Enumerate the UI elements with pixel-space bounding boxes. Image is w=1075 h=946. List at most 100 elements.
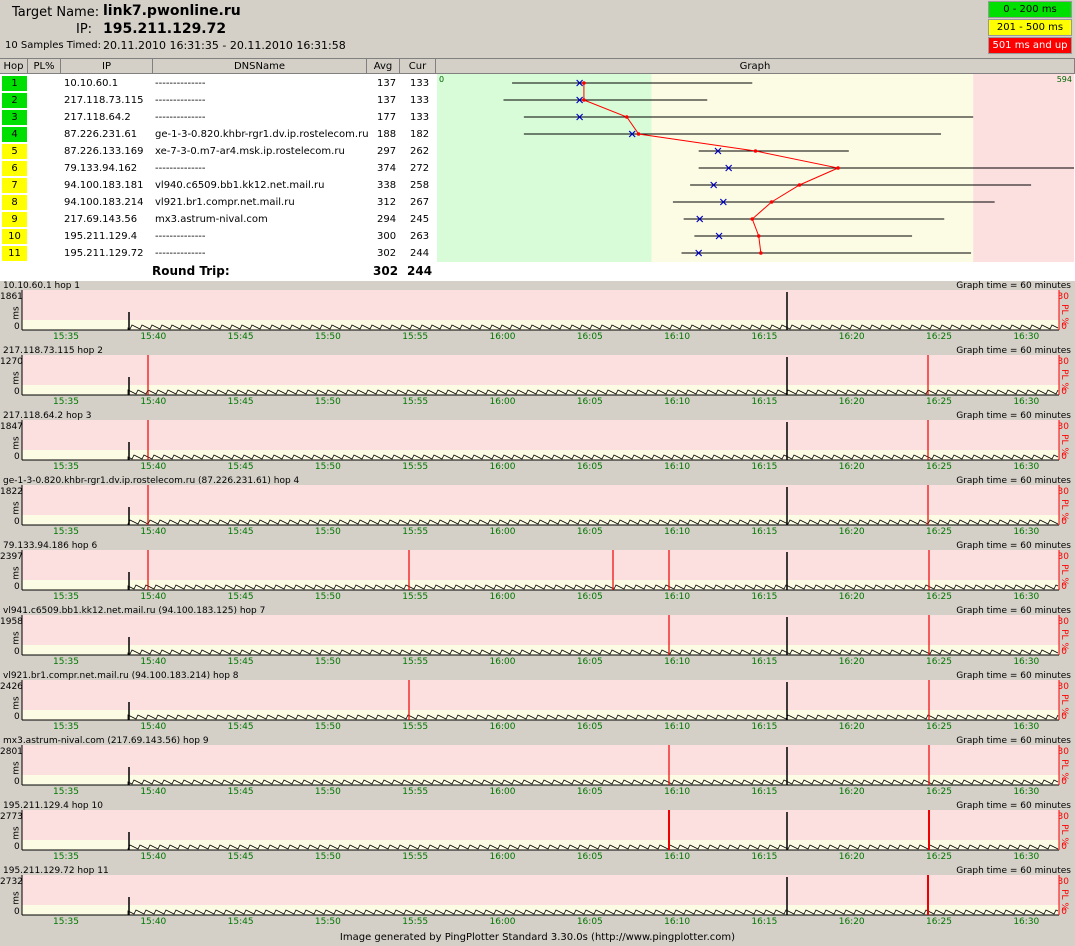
round-trip-cur: 244 [407,264,433,278]
hop-dns: -------------- [155,112,206,123]
plot-bg-red [22,680,1059,710]
chart-plot: 15:35 15:40 15:45 15:50 15:55 16:00 16:05 16:10… [21,550,1060,602]
hop-time-chart: 195.211.129.72 hop 11 Graph time = 60 min… [0,865,1075,930]
hop-row[interactable]: 8 94.100.183.214 vl921.br1.compr.net.mail.… [0,194,436,211]
plot-bg-red [22,875,1059,905]
time-tick-label: 15:45 [228,657,254,667]
hop-number: 6 [2,161,27,176]
time-tick-label: 16:15 [751,657,777,667]
time-tick-label: 15:40 [140,917,166,927]
time-tick-label: 16:15 [751,332,777,342]
time-tick-label: 16:25 [926,332,952,342]
hop-avg-point [769,200,774,204]
target-name-label: Target Name: [12,5,100,20]
time-tick-label: 15:45 [228,787,254,797]
time-tick-label: 15:50 [315,332,341,342]
time-tick-label: 16:20 [839,462,865,472]
chart-plot: 15:35 15:40 15:45 15:50 15:55 16:00 16:05 16:10… [21,355,1060,407]
time-tick-label: 16:30 [1013,527,1039,537]
col-pl[interactable]: PL% [28,59,61,74]
hop-ip: 217.118.64.2 [64,112,131,123]
hop-row[interactable]: 9 217.69.143.56 mx3.astrum-nival.com 294 245 [0,211,436,228]
time-tick-label: 16:25 [926,592,952,602]
col-cur[interactable]: Cur [400,59,436,74]
time-tick-label: 15:55 [402,917,428,927]
hop-avg: 297 [377,146,397,157]
hop-time-chart: 10.10.60.1 hop 1 Graph time = 60 minutes 1… [0,280,1075,345]
time-tick-label: 16:05 [577,722,603,732]
hop-row[interactable]: 1 10.10.60.1 -------------- 137 133 [0,75,436,92]
plot-bg-red [22,745,1059,775]
header: Target Name: link7.pwonline.ru IP: 195.2… [0,0,1075,57]
hop-row[interactable]: 3 217.118.64.2 -------------- 177 133 [0,109,436,126]
hop-time-chart: vl941.c6509.bb1.kk12.net.mail.ru (94.100… [0,605,1075,670]
time-tick-label: 15:55 [402,332,428,342]
chart-plot: 15:35 15:40 15:45 15:50 15:55 16:00 16:05 16:10… [21,615,1060,667]
ip-value: 195.211.129.72 [103,21,227,37]
hop-row[interactable]: 10 195.211.129.4 -------------- 300 263 [0,228,436,245]
time-tick-label: 15:50 [315,527,341,537]
hop-dns: -------------- [155,78,206,89]
time-tick-label: 16:25 [926,787,952,797]
time-tick-label: 15:35 [53,527,79,537]
hop-row[interactable]: 4 87.226.231.61 ge-1-3-0.820.khbr-rgr1.dv.… [0,126,436,143]
time-tick-label: 15:55 [402,657,428,667]
col-avg[interactable]: Avg [367,59,400,74]
time-tick-label: 15:40 [140,787,166,797]
hop-ip: 10.10.60.1 [64,78,119,89]
hop-row[interactable]: 7 94.100.183.181 vl940.c6509.bb1.kk12.net.… [0,177,436,194]
hop-avg-point [625,115,629,119]
col-hop[interactable]: Hop [0,59,28,74]
plot-bg-red [22,420,1059,450]
time-tick-label: 16:05 [577,787,603,797]
time-tick-label: 15:55 [402,527,428,537]
hop-ip: 195.211.129.4 [64,231,138,242]
hop-avg: 177 [377,112,397,123]
time-tick-label: 16:10 [664,527,690,537]
scale-max: 594 [1057,75,1072,84]
plot-bg-red [22,355,1059,385]
hop-avg: 338 [377,180,397,191]
time-tick-label: 16:00 [490,462,516,472]
samples-value: 20.11.2010 16:31:35 - 20.11.2010 16:31:5… [103,39,346,52]
time-tick-label: 15:45 [228,917,254,927]
col-graph[interactable]: Graph [436,59,1075,74]
hop-row[interactable]: 11 195.211.129.72 -------------- 302 244 [0,245,436,262]
time-tick-label: 16:05 [577,462,603,472]
hop-ip: 94.100.183.181 [64,180,144,191]
time-tick-label: 16:00 [490,332,516,342]
legend-yellow: 201 - 500 ms [988,19,1072,36]
hop-time-chart: ge-1-3-0.820.khbr-rgr1.dv.ip.rostelecom.… [0,475,1075,540]
time-tick-label: 16:00 [490,592,516,602]
time-tick-label: 15:35 [53,722,79,732]
hop-avg: 302 [377,248,397,259]
hop-cur: 133 [410,95,430,106]
hop-ip: 87.226.133.169 [64,146,144,157]
hop-number: 11 [2,246,27,261]
hop-avg: 294 [377,214,397,225]
chart-plot: 15:35 15:40 15:45 15:50 15:55 16:00 16:05 16:10… [21,680,1060,732]
time-tick-label: 16:15 [751,917,777,927]
hop-cur: 272 [410,163,430,174]
time-tick-label: 16:30 [1013,852,1039,862]
time-tick-label: 15:45 [228,592,254,602]
time-tick-label: 16:00 [490,722,516,732]
hop-row[interactable]: 2 217.118.73.115 -------------- 137 133 [0,92,436,109]
hop-avg: 137 [377,95,397,106]
hop-row[interactable]: 6 79.133.94.162 -------------- 374 272 [0,160,436,177]
hop-time-chart: 79.133.94.186 hop 6 Graph time = 60 minut… [0,540,1075,605]
time-tick-label: 16:20 [839,722,865,732]
col-dnsname[interactable]: DNSName [153,59,367,74]
col-ip[interactable]: IP [61,59,153,74]
hop-avg-point [582,98,586,102]
time-tick-label: 16:05 [577,852,603,862]
hop-avg-point [759,251,763,255]
legend-green: 0 - 200 ms [988,1,1072,18]
time-tick-label: 16:30 [1013,462,1039,472]
time-tick-label: 15:50 [315,852,341,862]
time-tick-label: 15:40 [140,397,166,407]
plot-bg-red [22,810,1059,840]
time-tick-label: 15:40 [140,332,166,342]
hop-ip: 217.69.143.56 [64,214,138,225]
hop-row[interactable]: 5 87.226.133.169 xe-7-3-0.m7-ar4.msk.ip.ro… [0,143,436,160]
